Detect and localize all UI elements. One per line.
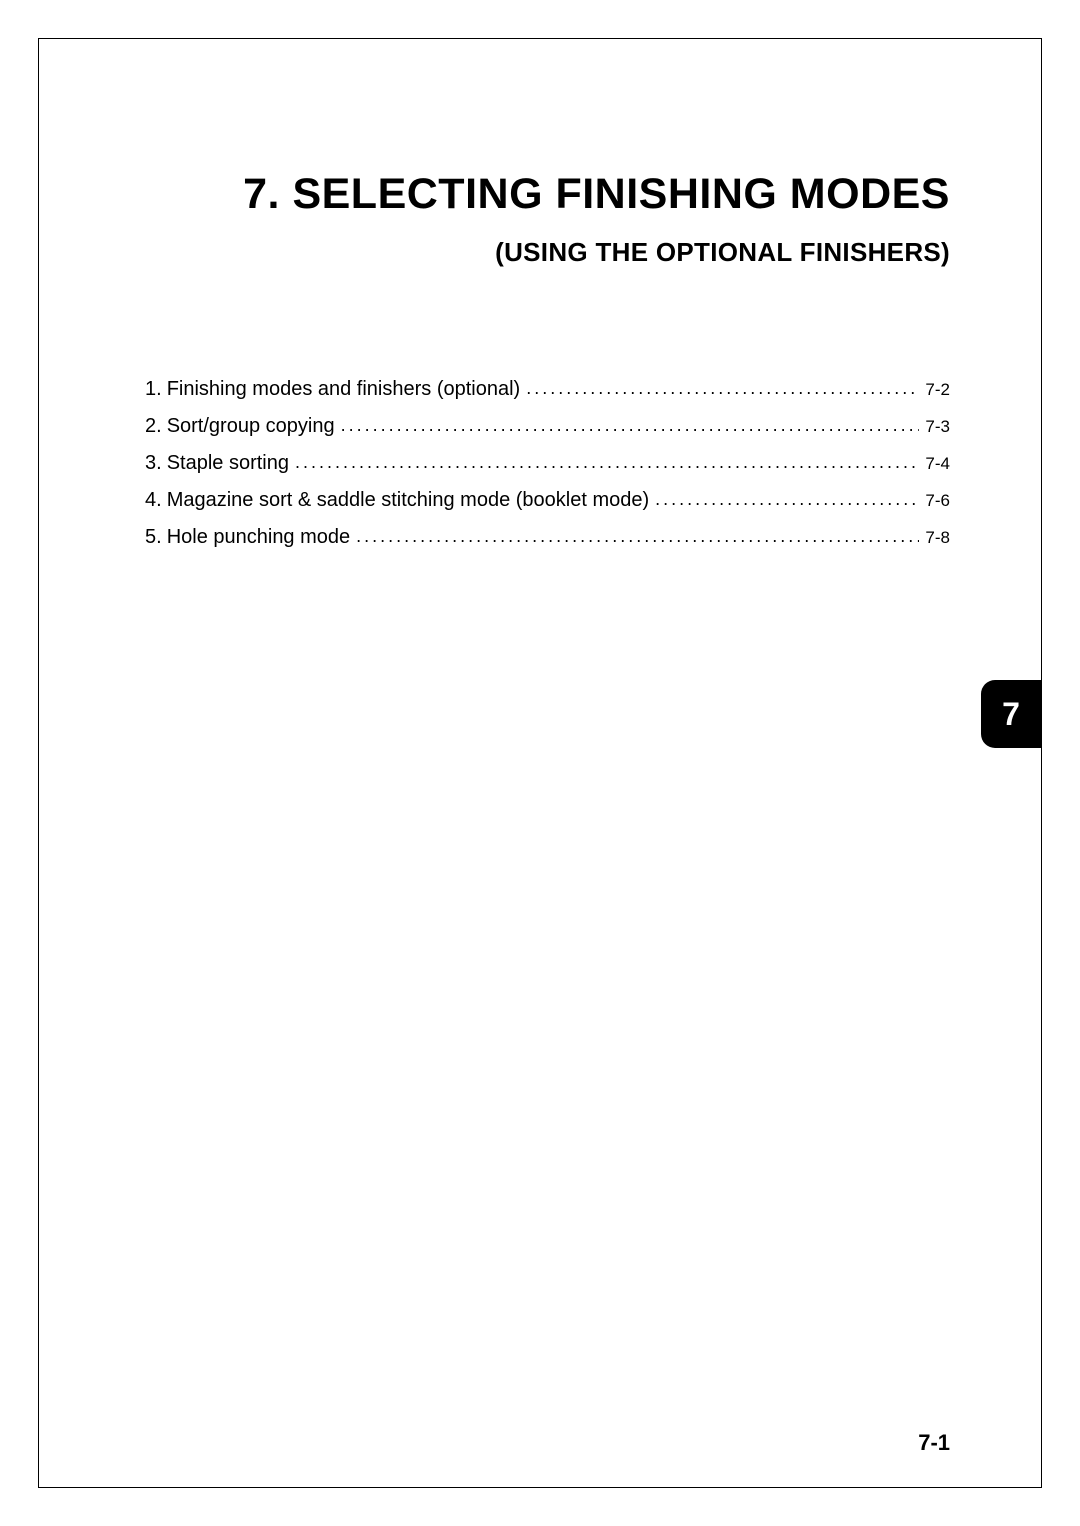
chapter-title: 7. SELECTING FINISHING MODES bbox=[130, 170, 950, 219]
toc-entry-text: Magazine sort & saddle stitching mode (b… bbox=[167, 489, 649, 512]
toc-entry: 3. Staple sorting 7-4 bbox=[145, 452, 950, 475]
toc-entry-number: 3. bbox=[145, 452, 162, 475]
toc-dots bbox=[341, 415, 920, 436]
toc-entry-page: 7-2 bbox=[925, 380, 950, 400]
table-of-contents: 1. Finishing modes and finishers (option… bbox=[145, 378, 950, 549]
thumb-tab-number: 7 bbox=[1002, 696, 1020, 733]
toc-entry-page: 7-3 bbox=[925, 417, 950, 437]
page-number: 7-1 bbox=[918, 1430, 950, 1456]
toc-dots bbox=[295, 452, 919, 473]
toc-entry: 2. Sort/group copying 7-3 bbox=[145, 415, 950, 438]
toc-entry-number: 1. bbox=[145, 378, 162, 401]
toc-entry-text: Sort/group copying bbox=[167, 415, 335, 438]
toc-entry-text: Hole punching mode bbox=[167, 526, 350, 549]
chapter-subtitle: (USING THE OPTIONAL FINISHERS) bbox=[130, 237, 950, 268]
toc-entry: 5. Hole punching mode 7-8 bbox=[145, 526, 950, 549]
chapter-thumb-tab: 7 bbox=[981, 680, 1041, 748]
toc-entry: 4. Magazine sort & saddle stitching mode… bbox=[145, 489, 950, 512]
toc-entry: 1. Finishing modes and finishers (option… bbox=[145, 378, 950, 401]
toc-entry-number: 5. bbox=[145, 526, 162, 549]
toc-entry-text: Finishing modes and finishers (optional) bbox=[167, 378, 521, 401]
toc-entry-page: 7-8 bbox=[925, 528, 950, 548]
toc-dots bbox=[526, 378, 919, 399]
toc-entry-number: 4. bbox=[145, 489, 162, 512]
toc-entry-text: Staple sorting bbox=[167, 452, 289, 475]
toc-entry-page: 7-6 bbox=[925, 491, 950, 511]
toc-entry-number: 2. bbox=[145, 415, 162, 438]
toc-dots bbox=[356, 526, 919, 547]
toc-entry-page: 7-4 bbox=[925, 454, 950, 474]
page-content: 7. SELECTING FINISHING MODES (USING THE … bbox=[130, 170, 950, 563]
toc-dots bbox=[655, 489, 919, 510]
